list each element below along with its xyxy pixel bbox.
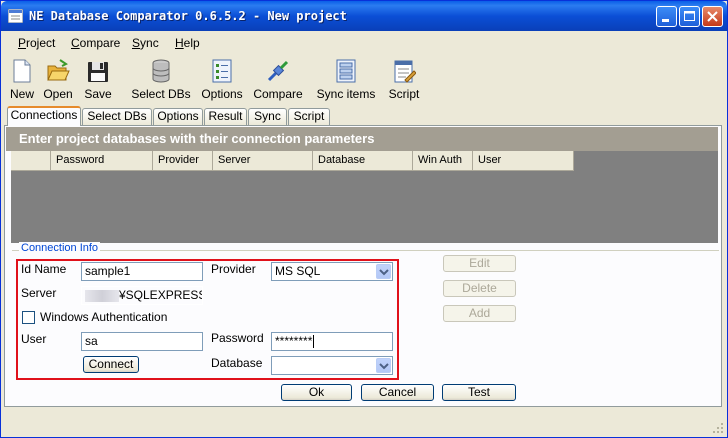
database-label: Database: [211, 356, 263, 370]
toolbar-save-button[interactable]: Save: [81, 58, 115, 101]
user-input[interactable]: sa: [81, 332, 203, 351]
connections-grid[interactable]: Password Provider Server Database Win Au…: [11, 151, 718, 243]
new-document-icon: [13, 59, 31, 83]
id-name-label: Id Name: [21, 262, 67, 276]
toolbar-sync-items-button[interactable]: Sync items: [315, 58, 377, 101]
database-select[interactable]: [271, 356, 393, 375]
maximize-icon: [684, 11, 695, 21]
maximize-button[interactable]: [679, 6, 700, 27]
tab-script[interactable]: Script: [288, 108, 330, 125]
tab-options[interactable]: Options: [153, 108, 203, 125]
provider-select[interactable]: MS SQL: [271, 262, 393, 281]
user-label: User: [21, 332, 47, 346]
tab-sync[interactable]: Sync: [248, 108, 287, 125]
provider-dropdown-arrow[interactable]: [376, 264, 391, 279]
minimize-button[interactable]: [656, 6, 677, 27]
compare-icon: [267, 60, 289, 82]
tab-strip: Connections Select DBs Options Result Sy…: [1, 106, 727, 126]
toolbar-compare-button[interactable]: Compare: [252, 58, 304, 101]
options-icon: [212, 59, 232, 83]
text-cursor: [313, 335, 315, 349]
toolbar: New Open Save Select DBs Options Compare…: [1, 56, 727, 106]
window-title: NE Database Comparator 0.6.5.2 - New pro…: [29, 9, 347, 23]
status-bar: [1, 411, 727, 437]
close-button[interactable]: [702, 6, 723, 27]
toolbar-new-button[interactable]: New: [7, 58, 37, 101]
test-button[interactable]: Test: [442, 384, 516, 401]
grid-header-database[interactable]: Database: [313, 151, 413, 170]
windows-auth-label: Windows Authentication: [40, 310, 168, 324]
grid-header-user[interactable]: User: [473, 151, 574, 170]
grid-header-rowselector: [11, 151, 51, 170]
connection-info-legend: Connection Info: [19, 242, 101, 254]
database-icon: [152, 59, 170, 83]
grid-header-win-auth[interactable]: Win Auth: [413, 151, 473, 170]
toolbar-open-button[interactable]: Open: [41, 58, 75, 101]
grid-header-password[interactable]: Password: [51, 151, 153, 170]
server-input[interactable]: ¥SQLEXPRESS: [81, 286, 203, 305]
connect-button[interactable]: Connect: [83, 356, 139, 373]
toolbar-select-dbs-button[interactable]: Select DBs: [128, 58, 194, 101]
title-bar[interactable]: NE Database Comparator 0.6.5.2 - New pro…: [1, 1, 727, 31]
minimize-icon: [662, 19, 669, 22]
chevron-down-icon: [379, 363, 389, 370]
password-label: Password: [211, 331, 264, 345]
provider-label: Provider: [211, 262, 256, 276]
menu-project[interactable]: Project: [18, 36, 55, 50]
id-name-input[interactable]: sample1: [81, 262, 203, 281]
password-input[interactable]: ********: [271, 332, 393, 351]
add-button[interactable]: Add: [443, 305, 516, 322]
server-label: Server: [21, 286, 57, 300]
close-icon: [707, 11, 718, 22]
chevron-down-icon: [379, 269, 389, 276]
app-icon: [8, 9, 23, 23]
windows-auth-checkbox[interactable]: [22, 311, 35, 324]
menu-help[interactable]: Help: [175, 36, 200, 50]
menu-bar: Project Compare Sync Help: [1, 32, 727, 54]
grid-header-server[interactable]: Server: [213, 151, 313, 170]
sync-items-icon: [336, 59, 356, 83]
delete-button[interactable]: Delete: [443, 280, 516, 297]
tab-connections[interactable]: Connections: [7, 106, 81, 126]
app-window: NE Database Comparator 0.6.5.2 - New pro…: [0, 0, 728, 438]
ok-button[interactable]: Ok: [281, 384, 352, 401]
toolbar-script-button[interactable]: Script: [385, 58, 423, 101]
menu-sync[interactable]: Sync: [132, 36, 159, 50]
open-folder-icon: [47, 59, 70, 81]
save-disk-icon: [88, 62, 108, 82]
database-dropdown-arrow[interactable]: [376, 358, 391, 373]
edit-button[interactable]: Edit: [443, 255, 516, 272]
grid-header: Password Provider Server Database Win Au…: [11, 151, 574, 171]
resize-grip-icon[interactable]: [712, 422, 724, 434]
tab-select-dbs[interactable]: Select DBs: [82, 108, 152, 125]
cancel-button[interactable]: Cancel: [361, 384, 434, 401]
grid-header-provider[interactable]: Provider: [153, 151, 213, 170]
tab-result[interactable]: Result: [204, 108, 247, 125]
connections-caption: Enter project databases with their conne…: [6, 127, 718, 151]
server-blurred-icon: [85, 289, 119, 302]
menu-compare[interactable]: Compare: [71, 36, 120, 50]
script-icon: [394, 60, 416, 83]
toolbar-options-button[interactable]: Options: [200, 58, 244, 101]
